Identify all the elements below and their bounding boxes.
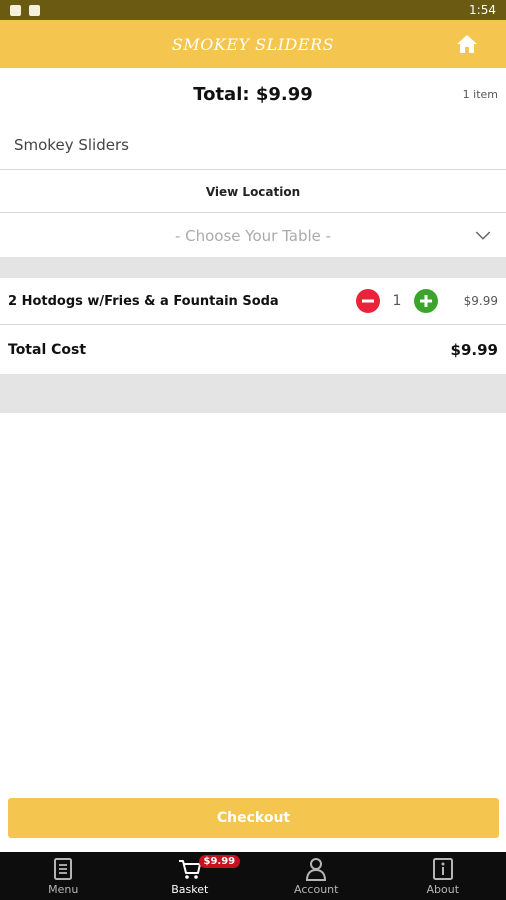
restaurant-name: Smokey Sliders [0, 120, 506, 170]
item-price: $9.99 [463, 294, 498, 308]
chevron-down-icon [475, 231, 491, 240]
section-divider [0, 374, 506, 413]
bottom-nav: Menu $9.99 Basket Account About [0, 852, 506, 900]
table-select[interactable]: - Choose Your Table - [0, 214, 506, 257]
table-select-placeholder: - Choose Your Table - [174, 226, 332, 245]
total-summary: Total: $9.99 1 item [0, 68, 506, 120]
order-item-row: 2 Hotdogs w/Fries & a Fountain Soda 1 $9… [0, 278, 506, 325]
nav-item-basket[interactable]: $9.99 Basket [127, 852, 254, 900]
nav-item-menu[interactable]: Menu [0, 852, 127, 900]
total-cost-value: $9.99 [450, 341, 498, 359]
decrease-quantity-button[interactable] [356, 289, 380, 313]
status-bar: 1:54 [0, 0, 506, 20]
status-icons [10, 4, 40, 16]
minus-icon [362, 299, 374, 303]
nav-item-about[interactable]: About [380, 852, 506, 900]
increase-quantity-button[interactable] [414, 289, 438, 313]
nav-label-basket: Basket [171, 883, 209, 896]
image-notification-icon [29, 4, 40, 16]
total-cost-label: Total Cost [8, 342, 87, 358]
person-icon [306, 858, 327, 881]
nav-item-account[interactable]: Account [253, 852, 380, 900]
home-icon[interactable] [454, 32, 480, 56]
app-title: SMOKEY SLIDERS [171, 34, 335, 54]
gallery-notification-icon [10, 4, 21, 16]
info-icon [432, 858, 453, 880]
status-time: 1:54 [469, 3, 496, 17]
item-quantity: 1 [392, 293, 402, 309]
section-divider [0, 257, 506, 278]
checkout-button[interactable]: Checkout [8, 798, 499, 838]
basket-total-badge: $9.99 [198, 855, 241, 868]
total-label: Total: $9.99 [193, 83, 313, 105]
menu-book-icon [54, 858, 73, 880]
nav-label-menu: Menu [48, 883, 79, 896]
item-count: 1 item [462, 87, 498, 101]
app-bar: SMOKEY SLIDERS [0, 20, 506, 68]
nav-label-about: About [426, 883, 460, 896]
nav-label-account: Account [294, 883, 339, 896]
view-location-link[interactable]: View Location [0, 171, 506, 213]
item-name: 2 Hotdogs w/Fries & a Fountain Soda [8, 293, 279, 309]
total-cost-row: Total Cost $9.99 [0, 326, 506, 374]
plus-icon [420, 295, 432, 307]
